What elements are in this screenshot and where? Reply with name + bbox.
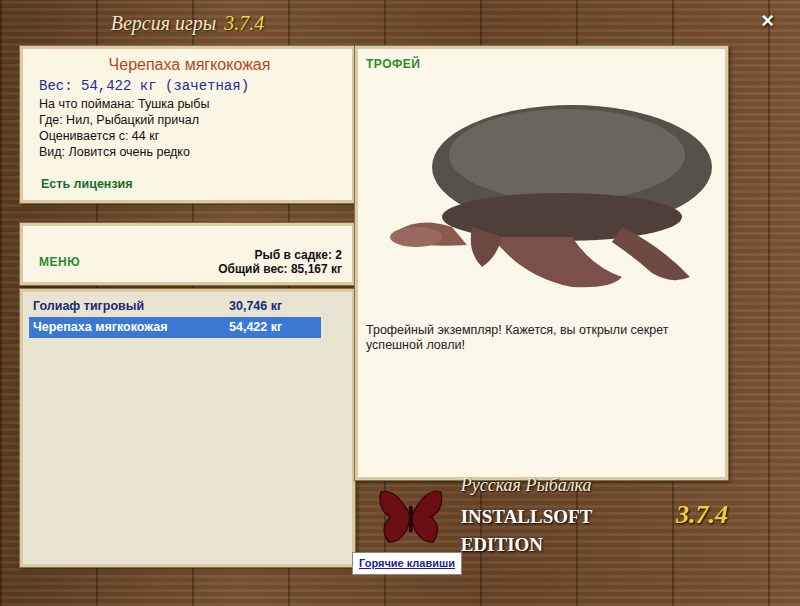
logo-subtitle: Русская Рыбалка: [461, 475, 728, 495]
close-button[interactable]: ×: [757, 10, 778, 32]
logo-version: 3.7.4: [676, 495, 728, 534]
total-weight: Общий вес: 85,167 кг: [218, 262, 342, 276]
fish-name-cell: Голиаф тигровый: [33, 297, 229, 316]
license-status: Есть лицензия: [39, 175, 340, 194]
trophy-panel: ТРОФЕЙ Трофейный экземпляр! Кажется, вы …: [355, 46, 728, 480]
keepnet-list: Голиаф тигровый30,746 кгЧерепаха мягкоко…: [20, 289, 355, 567]
catch-detail: Оценивается с: 44 кг: [39, 128, 340, 144]
keepnet-row[interactable]: Голиаф тигровый30,746 кг: [29, 296, 321, 317]
fish-name: Черепаха мягкокожая: [39, 54, 340, 76]
fish-name-cell: Черепаха мягкокожая: [33, 318, 229, 337]
turtle-photo: [372, 77, 712, 307]
hotkeys-button[interactable]: Горячие клавиши: [352, 552, 462, 575]
catch-detail: Где: Нил, Рыбацкий причал: [39, 112, 340, 128]
trophy-message: Трофейный экземпляр! Кажется, вы открыли…: [366, 323, 717, 353]
catch-detail: На что поймана: Тушка рыбы: [39, 96, 340, 112]
trophy-label: ТРОФЕЙ: [366, 55, 717, 73]
butterfly-icon: [377, 485, 445, 549]
window-title: Версия игры3.7.4: [20, 8, 355, 38]
menu-panel: МЕНЮ Рыб в садке: 2 Общий вес: 85,167 кг: [20, 223, 355, 285]
catch-detail: Вид: Ловится очень редко: [39, 144, 340, 160]
fish-weight: Вес: 54,422 кг (зачетная): [39, 76, 340, 96]
logo-edition: INSTALLSOFT EDITION: [461, 503, 670, 560]
keepnet-row[interactable]: Черепаха мягкокожая54,422 кг: [29, 317, 321, 338]
menu-button[interactable]: МЕНЮ: [39, 253, 80, 271]
fish-weight-cell: 30,746 кг: [229, 297, 282, 316]
fish-count: Рыб в садке: 2: [218, 248, 342, 262]
game-window: Версия игры3.7.4 × Черепаха мягкокожая В…: [0, 0, 800, 606]
fish-weight-cell: 54,422 кг: [229, 318, 282, 337]
catch-info-panel: Черепаха мягкокожая Вес: 54,422 кг (заче…: [20, 46, 355, 203]
game-logo: Русская Рыбалка INSTALLSOFT EDITION 3.7.…: [355, 482, 728, 552]
